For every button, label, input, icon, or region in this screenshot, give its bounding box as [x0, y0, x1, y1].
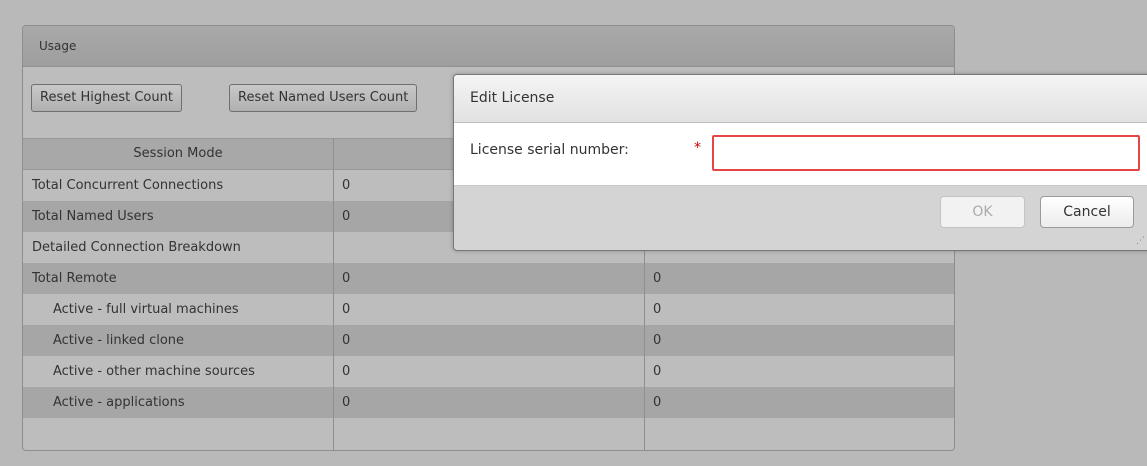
row-label: Active - linked clone — [53, 333, 185, 348]
column-divider — [333, 138, 334, 450]
table-row: Total Remote 0 0 — [23, 263, 954, 294]
row-value-2: 0 — [653, 395, 662, 410]
row-value: 0 — [342, 364, 351, 379]
table-row: Active - full virtual machines 0 0 — [23, 294, 954, 325]
row-label: Active - applications — [53, 395, 185, 410]
row-value-2: 0 — [653, 364, 662, 379]
row-value: 0 — [342, 333, 351, 348]
license-serial-input[interactable] — [712, 135, 1140, 171]
row-value-2: 0 — [653, 302, 662, 317]
row-value: 0 — [342, 395, 351, 410]
row-label: Detailed Connection Breakdown — [32, 240, 241, 255]
row-label: Active - other machine sources — [53, 364, 255, 379]
required-marker: * — [694, 140, 701, 156]
row-label: Total Named Users — [32, 209, 154, 224]
table-row: Active - other machine sources 0 0 — [23, 356, 954, 387]
table-row: Active - applications 0 0 — [23, 387, 954, 418]
row-value-2: 0 — [653, 271, 662, 286]
table-row: Active - linked clone 0 0 — [23, 325, 954, 356]
resize-grip-icon[interactable]: ⋰ — [1136, 236, 1146, 246]
reset-named-users-count-button[interactable]: Reset Named Users Count — [229, 84, 418, 112]
serial-number-label: License serial number: — [470, 142, 629, 158]
row-label: Total Concurrent Connections — [32, 178, 224, 193]
panel-title: Usage — [23, 26, 954, 67]
cancel-button[interactable]: Cancel — [1040, 196, 1134, 228]
reset-highest-count-button[interactable]: Reset Highest Count — [31, 84, 182, 112]
row-value: 0 — [342, 178, 351, 193]
column-header-session-mode: Session Mode — [133, 146, 223, 161]
row-label: Active - full virtual machines — [53, 302, 239, 317]
dialog-title[interactable]: Edit License — [454, 75, 1147, 123]
dialog-body: License serial number: * — [454, 123, 1147, 186]
row-value: 0 — [342, 209, 351, 224]
row-label: Total Remote — [32, 271, 117, 286]
dialog-footer: OK Cancel ⋰ — [454, 186, 1147, 250]
row-value: 0 — [342, 271, 351, 286]
edit-license-dialog: Edit License License serial number: * OK… — [453, 74, 1147, 251]
row-value-2: 0 — [653, 333, 662, 348]
ok-button[interactable]: OK — [940, 196, 1025, 228]
row-value: 0 — [342, 302, 351, 317]
